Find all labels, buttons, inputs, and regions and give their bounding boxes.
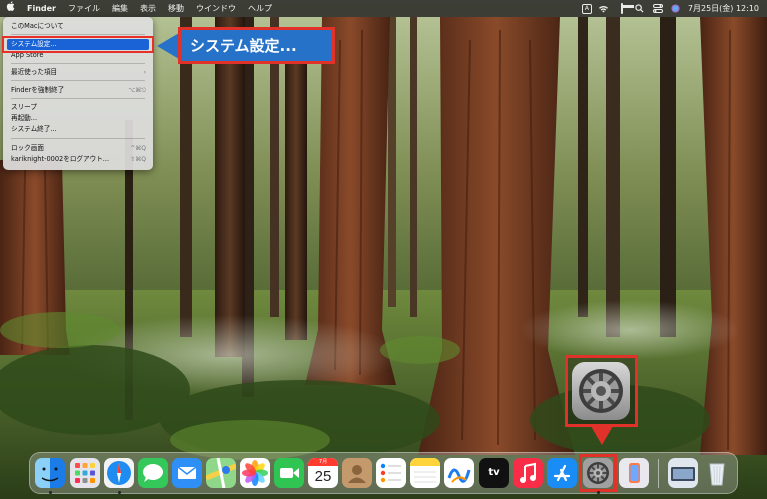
- menu-go[interactable]: 移動: [162, 0, 190, 17]
- mail-icon[interactable]: [172, 458, 202, 488]
- menu-separator: [11, 138, 145, 139]
- menu-view[interactable]: 表示: [134, 0, 162, 17]
- menu-item-force-quit[interactable]: Finderを強制終了 ⌥⌘⎋: [7, 85, 149, 96]
- calendar-icon[interactable]: 7月 25: [308, 458, 338, 488]
- contacts-icon[interactable]: [342, 458, 372, 488]
- menu-item-about-this-mac[interactable]: このMacについて: [7, 21, 149, 32]
- dock-separator: [658, 459, 659, 488]
- menu-edit[interactable]: 編集: [106, 0, 134, 17]
- menu-bar: Finder ファイル 編集 表示 移動 ウインドウ ヘルプ A 7月25日(金…: [0, 0, 767, 17]
- running-indicator: [118, 491, 121, 494]
- highlight-box-system-settings: [2, 36, 154, 53]
- wifi-icon[interactable]: [598, 4, 610, 14]
- menu-item-lock-screen[interactable]: ロック画面 ^⌘Q: [7, 143, 149, 154]
- callout-label: システム設定...: [178, 27, 335, 64]
- menu-item-recent-items[interactable]: 最近使った項目 ›: [7, 67, 149, 78]
- menu-separator: [11, 34, 145, 35]
- music-icon[interactable]: [513, 458, 543, 488]
- menu-separator: [11, 80, 145, 81]
- menu-clock[interactable]: 7月25日(金) 12:10: [688, 3, 759, 14]
- calendar-day: 25: [314, 468, 332, 485]
- menu-app-name[interactable]: Finder: [21, 0, 62, 17]
- apple-tv-icon[interactable]: tv: [479, 458, 509, 488]
- app-store-icon[interactable]: [547, 458, 577, 488]
- facetime-icon[interactable]: [274, 458, 304, 488]
- reminders-icon[interactable]: [376, 458, 406, 488]
- menu-separator: [11, 98, 145, 99]
- status-area: A 7月25日(金) 12:10: [581, 2, 767, 14]
- menu-item-sleep[interactable]: スリープ: [7, 102, 149, 113]
- siri-icon[interactable]: [670, 3, 682, 14]
- callout-arrow: [157, 33, 179, 59]
- safari-icon[interactable]: [104, 458, 134, 488]
- highlight-box-settings-icon: [565, 355, 638, 427]
- menu-item-restart[interactable]: 再起動...: [7, 113, 149, 124]
- launchpad-icon[interactable]: [70, 458, 100, 488]
- freeform-icon[interactable]: [444, 458, 474, 488]
- messages-icon[interactable]: [138, 458, 168, 488]
- pointer-arrow-down: [591, 426, 613, 445]
- search-icon[interactable]: [634, 3, 646, 14]
- menu-separator: [11, 63, 145, 64]
- battery-icon[interactable]: [616, 2, 628, 14]
- running-indicator: [597, 491, 600, 494]
- shortcut-label: ⇧⌘Q: [130, 156, 146, 163]
- finder-icon[interactable]: [35, 458, 65, 488]
- downloads-folder-icon[interactable]: [668, 458, 698, 488]
- shortcut-label: ^⌘Q: [130, 145, 146, 152]
- highlight-box-dock-settings: [579, 454, 617, 492]
- menu-file[interactable]: ファイル: [62, 0, 106, 17]
- menu-help[interactable]: ヘルプ: [242, 0, 278, 17]
- notes-icon[interactable]: [410, 458, 440, 488]
- calendar-month: 7月: [308, 458, 338, 466]
- dock: 7月 25 tv: [29, 452, 738, 494]
- submenu-chevron-icon: ›: [143, 69, 146, 76]
- tv-label: tv: [488, 467, 500, 478]
- maps-icon[interactable]: [206, 458, 236, 488]
- iphone-mirroring-icon[interactable]: [619, 458, 649, 488]
- menu-item-log-out[interactable]: kariknight-0002をログアウト... ⇧⌘Q: [7, 154, 149, 165]
- input-source-icon[interactable]: A: [581, 3, 592, 14]
- system-settings-large-icon: [572, 362, 630, 420]
- running-indicator: [49, 491, 52, 494]
- trash-icon[interactable]: [702, 458, 732, 488]
- control-center-icon[interactable]: [652, 3, 664, 14]
- menu-item-shut-down[interactable]: システム終了...: [7, 124, 149, 135]
- photos-icon[interactable]: [240, 458, 270, 488]
- menu-window[interactable]: ウインドウ: [190, 0, 242, 17]
- shortcut-label: ⌥⌘⎋: [128, 87, 146, 94]
- apple-menu-icon[interactable]: [0, 0, 21, 17]
